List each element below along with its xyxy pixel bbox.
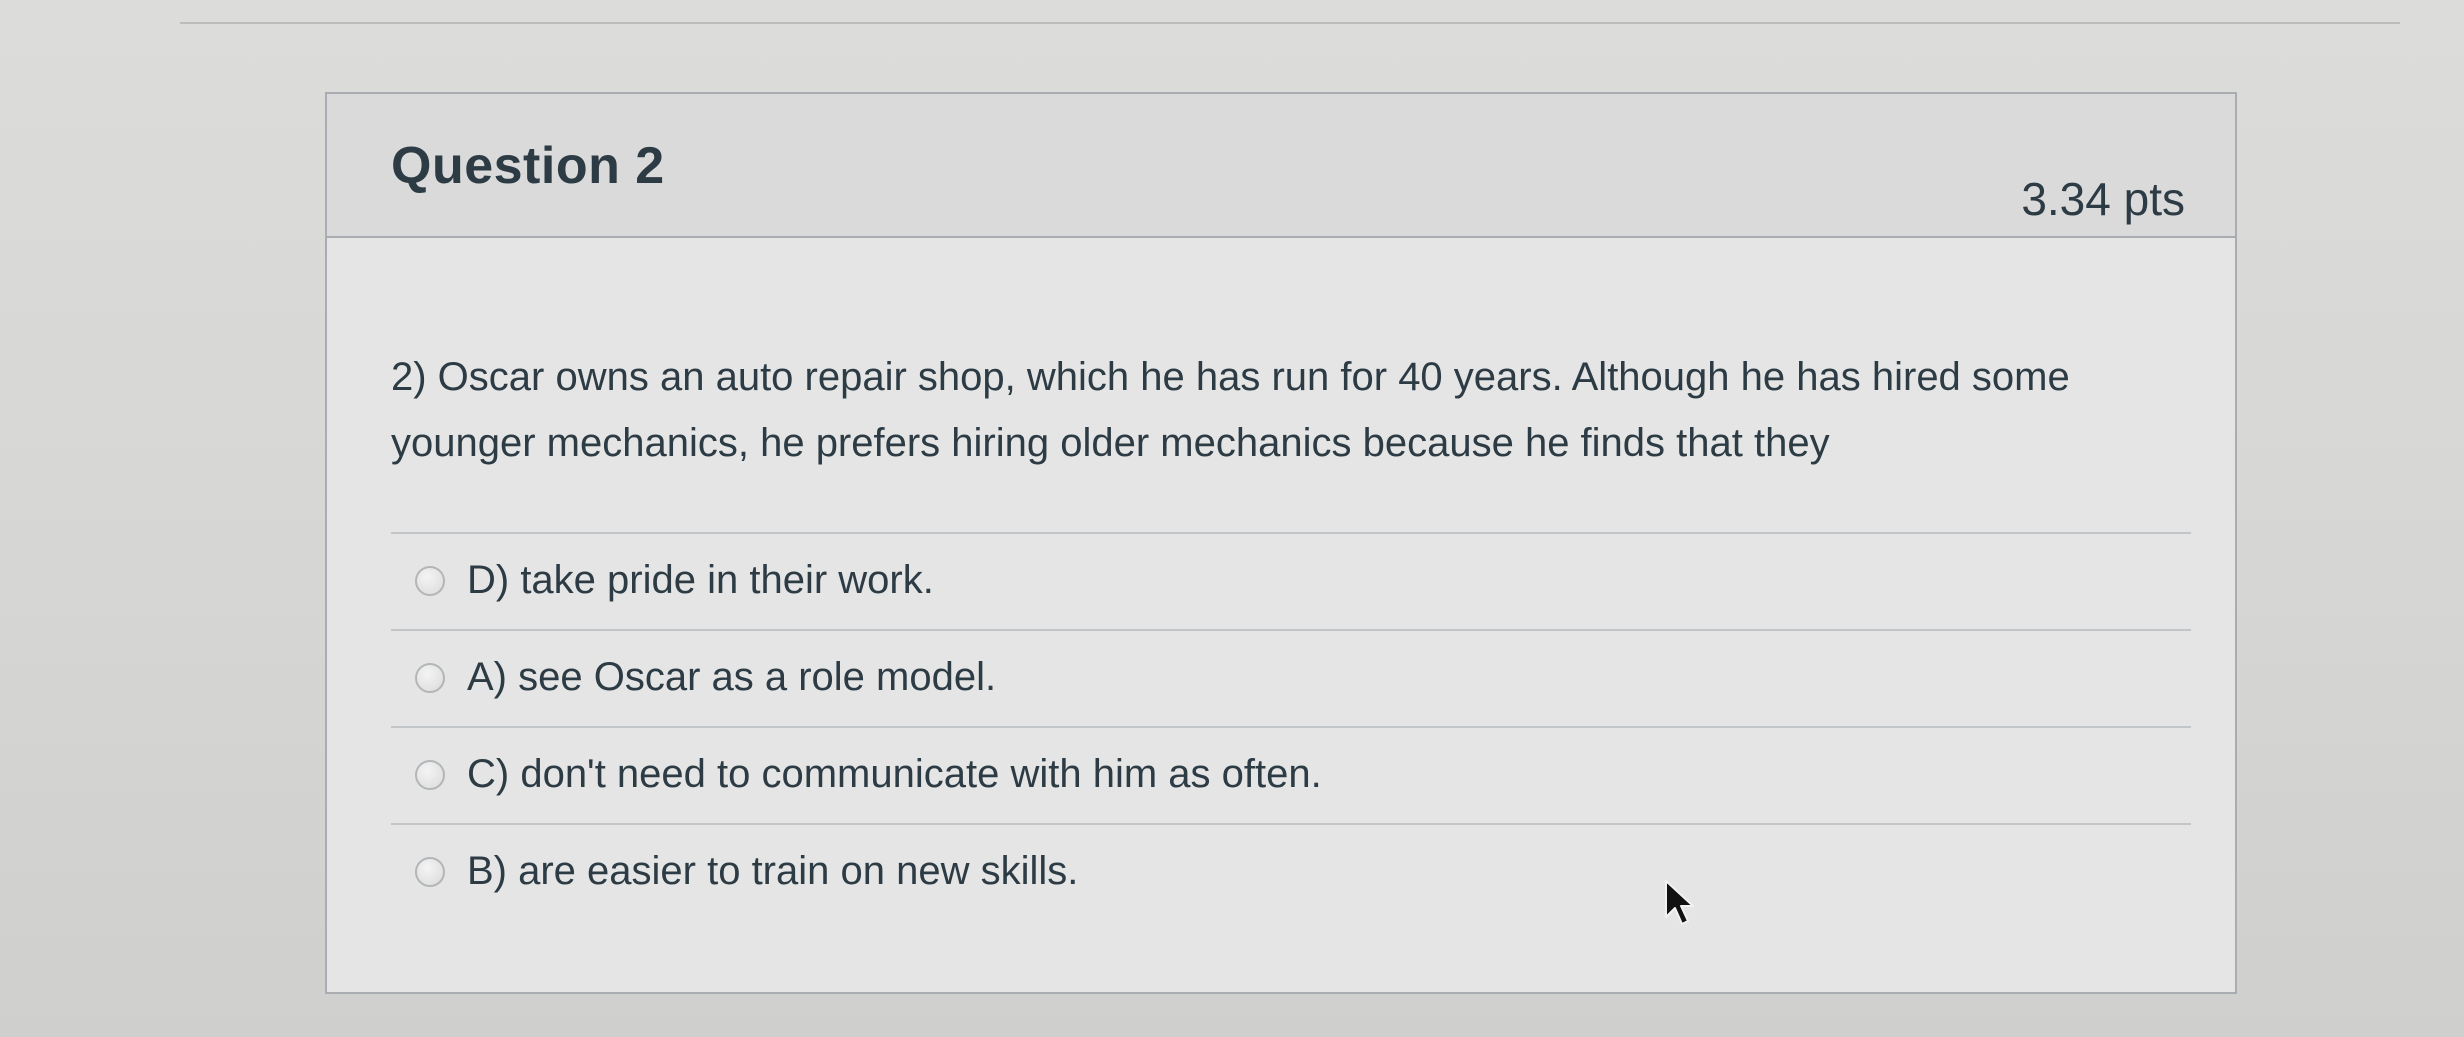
mouse-pointer-icon (1665, 880, 1694, 925)
radio-button-icon[interactable] (415, 663, 445, 693)
radio-button-icon[interactable] (415, 857, 445, 887)
answer-label[interactable]: D) take pride in their work. (467, 558, 934, 603)
answer-label[interactable]: A) see Oscar as a role model. (467, 655, 996, 700)
question-card: Question 2 3.34 pts 2) Oscar owns an aut… (325, 92, 2237, 994)
question-points: 3.34 pts (2021, 173, 2185, 225)
answer-option-c[interactable]: C) don't need to communicate with him as… (391, 726, 2191, 823)
answer-label[interactable]: C) don't need to communicate with him as… (467, 752, 1322, 797)
answer-option-a[interactable]: A) see Oscar as a role model. (391, 629, 2191, 726)
radio-button-icon[interactable] (415, 760, 445, 790)
answer-option-b[interactable]: B) are easier to train on new skills. (391, 823, 2191, 920)
answer-label[interactable]: B) are easier to train on new skills. (467, 849, 1078, 894)
question-title: Question 2 (391, 137, 665, 195)
question-header: Question 2 3.34 pts (327, 94, 2235, 238)
radio-button-icon[interactable] (415, 566, 445, 596)
question-text: 2) Oscar owns an auto repair shop, which… (391, 355, 2070, 465)
answer-option-d[interactable]: D) take pride in their work. (391, 532, 2191, 629)
page-divider (180, 22, 2400, 24)
answer-list: D) take pride in their work. A) see Osca… (391, 532, 2191, 920)
